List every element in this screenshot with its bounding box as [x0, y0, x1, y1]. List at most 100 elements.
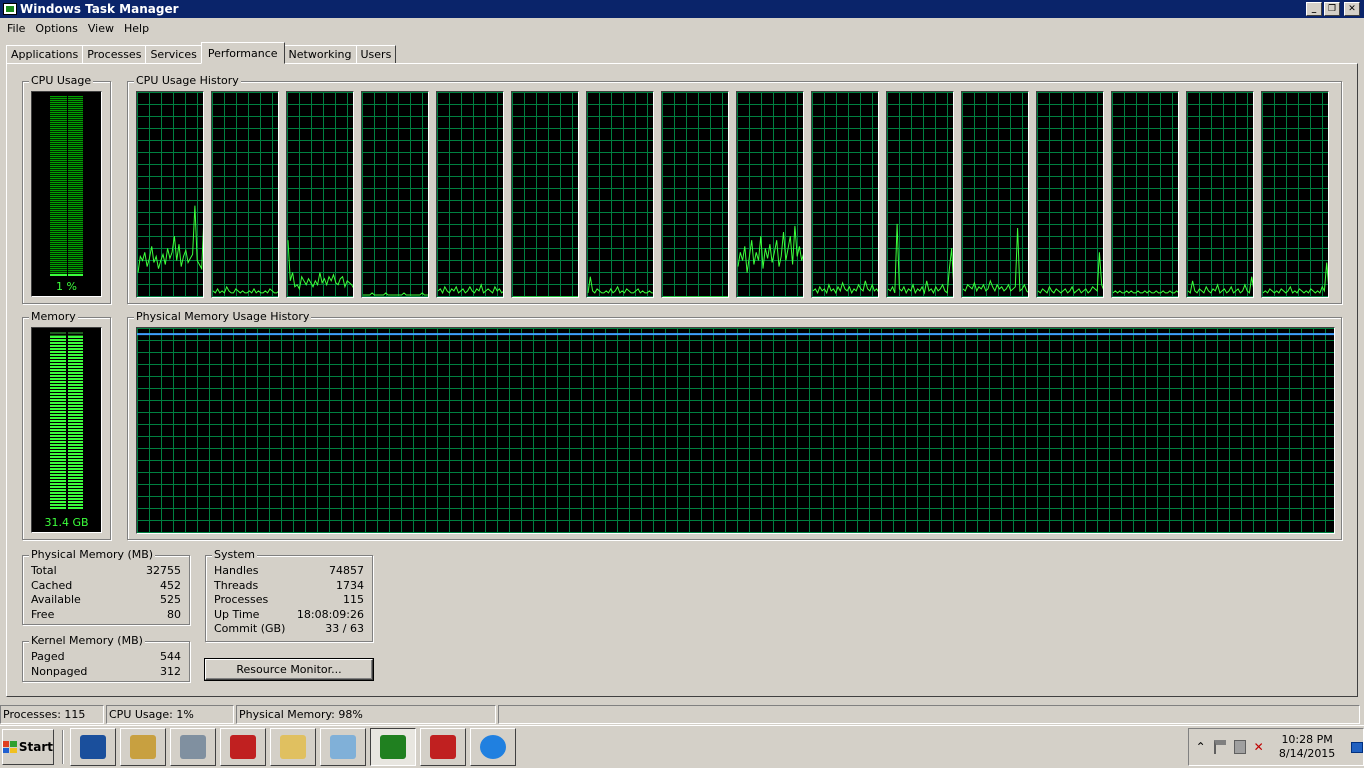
- cpu-core-line: [437, 283, 503, 295]
- cpu-usage-meter: 1 %: [31, 91, 102, 297]
- folder-icon: [280, 735, 306, 759]
- taskbar-app-button[interactable]: [270, 728, 316, 766]
- taskbar-app-button[interactable]: [370, 728, 416, 766]
- stat-row: Processes 115: [206, 593, 372, 608]
- cpu-history-title: CPU Usage History: [134, 74, 241, 87]
- taskbar-app-button[interactable]: [420, 728, 466, 766]
- memory-bars-divider: [65, 332, 68, 510]
- menu-options[interactable]: Options: [30, 22, 82, 35]
- cpu-core-svg: [663, 296, 728, 297]
- windows-logo-icon: [3, 741, 17, 753]
- resource-monitor-button[interactable]: Resource Monitor...: [205, 659, 373, 680]
- stat-label: Commit (GB): [214, 622, 286, 636]
- stat-row: Paged 544: [23, 650, 189, 665]
- memory-history-svg: [137, 333, 1334, 336]
- tab-applications[interactable]: Applications: [6, 45, 84, 64]
- taskbar-app-button[interactable]: [320, 728, 366, 766]
- cpu-core-graph-11: [961, 91, 1029, 298]
- show-hidden-icons-button[interactable]: ⌃: [1195, 740, 1206, 754]
- cpu-core-svg: [1187, 276, 1253, 294]
- stat-label: Up Time: [214, 607, 260, 621]
- cpu-core-svg: [887, 223, 953, 295]
- cpu-core-svg: [587, 276, 653, 294]
- stat-value: 74857: [329, 564, 364, 577]
- system-group: System Handles 74857 Threads 1734 Processe…: [205, 549, 373, 642]
- stat-row: Available 525: [23, 593, 189, 608]
- title-bar[interactable]: Windows Task Manager _ ❐ ✕: [0, 0, 1364, 18]
- task-manager-icon: [380, 735, 406, 759]
- cpu-core-line: [1112, 290, 1178, 294]
- cpu-core-svg: [812, 280, 878, 295]
- taskbar-app-button[interactable]: [120, 728, 166, 766]
- close-button[interactable]: ✕: [1344, 2, 1360, 16]
- tab-networking[interactable]: Networking: [283, 45, 357, 64]
- stat-value: 1734: [336, 578, 364, 592]
- cpu-core-graph-10: [886, 91, 954, 298]
- status-cpu-usage: CPU Usage: 1%: [106, 705, 234, 724]
- stat-row: Threads 1734: [206, 579, 372, 594]
- cpu-core-line: [212, 285, 278, 294]
- menu-view[interactable]: View: [83, 22, 119, 35]
- volume-muted-icon[interactable]: ✕: [1254, 740, 1265, 754]
- menu-help[interactable]: Help: [119, 22, 154, 35]
- system-clock[interactable]: 10:28 PM 8/14/2015: [1279, 733, 1335, 761]
- cpu-core-line: [1262, 262, 1328, 294]
- stat-label: Handles: [214, 564, 259, 577]
- taskbar-app-button[interactable]: [170, 728, 216, 766]
- notepad-icon: [330, 735, 356, 759]
- clock-time: 10:28 PM: [1281, 733, 1333, 746]
- stat-row: Total 32755: [23, 564, 189, 579]
- cpu-core-line: [363, 292, 428, 296]
- server-manager-icon: [130, 735, 156, 759]
- status-bar: Processes: 115 CPU Usage: 1% Physical Me…: [0, 705, 1364, 725]
- cpu-core-graph-4: [436, 91, 504, 298]
- stat-label: Free: [31, 607, 55, 621]
- tab-users[interactable]: Users: [355, 45, 397, 64]
- restore-button[interactable]: ❐: [1324, 2, 1340, 16]
- tab-processes[interactable]: Processes: [82, 45, 147, 64]
- tab-performance[interactable]: Performance: [200, 42, 285, 64]
- stat-value: 312: [160, 664, 181, 678]
- memory-meter: 31.4 GB: [31, 327, 102, 533]
- stat-value: 18:08:09:26: [296, 607, 364, 621]
- cpu-core-svg: [737, 225, 803, 273]
- network-icon[interactable]: [1233, 740, 1246, 754]
- minimize-button[interactable]: _: [1306, 2, 1322, 16]
- cpu-core-line: [812, 280, 878, 295]
- memory-title: Memory: [29, 310, 78, 323]
- show-desktop-icon[interactable]: [1351, 741, 1363, 753]
- cpu-usage-value: 1 %: [56, 280, 77, 293]
- taskbar-separator: [62, 730, 64, 764]
- cpu-core-line: [737, 225, 803, 273]
- taskbar-app-button[interactable]: [70, 728, 116, 766]
- memory-history-group: Physical Memory Usage History: [127, 311, 1342, 540]
- cpu-core-graph-13: [1111, 91, 1179, 298]
- start-button[interactable]: Start: [2, 729, 54, 765]
- cpu-usage-title: CPU Usage: [29, 74, 94, 87]
- cpu-core-graph-3: [361, 91, 429, 298]
- memory-history-graph: [136, 327, 1335, 534]
- physical-memory-group: Physical Memory (MB) Total 32755 Cached 45…: [22, 549, 190, 625]
- cpu-core-svg: [437, 283, 503, 295]
- stat-row: Cached 452: [23, 579, 189, 594]
- stat-value: 544: [160, 650, 181, 663]
- stat-row: Commit (GB) 33 / 63: [206, 622, 372, 637]
- taskbar-app-button[interactable]: [470, 728, 516, 766]
- window-title: Windows Task Manager: [20, 2, 179, 16]
- stat-row: Nonpaged 312: [23, 665, 189, 680]
- cpu-core-graph-0: [136, 91, 204, 298]
- stat-row: Up Time 18:08:09:26: [206, 608, 372, 623]
- action-center-flag-icon[interactable]: [1214, 740, 1226, 754]
- cpu-core-line: [587, 276, 653, 294]
- cpu-core-line: [962, 227, 1028, 293]
- menu-file[interactable]: File: [2, 22, 30, 35]
- taskbar-app-button[interactable]: [220, 728, 266, 766]
- internet-explorer-icon: [480, 735, 506, 759]
- cpu-core-svg: [137, 205, 203, 273]
- cpu-core-graph-12: [1036, 91, 1104, 298]
- stat-label: Processes: [214, 593, 269, 607]
- cpu-usage-fill: [50, 274, 83, 276]
- computer-management-icon: [180, 735, 206, 759]
- physical-memory-title: Physical Memory (MB): [29, 548, 156, 561]
- tab-services[interactable]: Services: [145, 45, 202, 64]
